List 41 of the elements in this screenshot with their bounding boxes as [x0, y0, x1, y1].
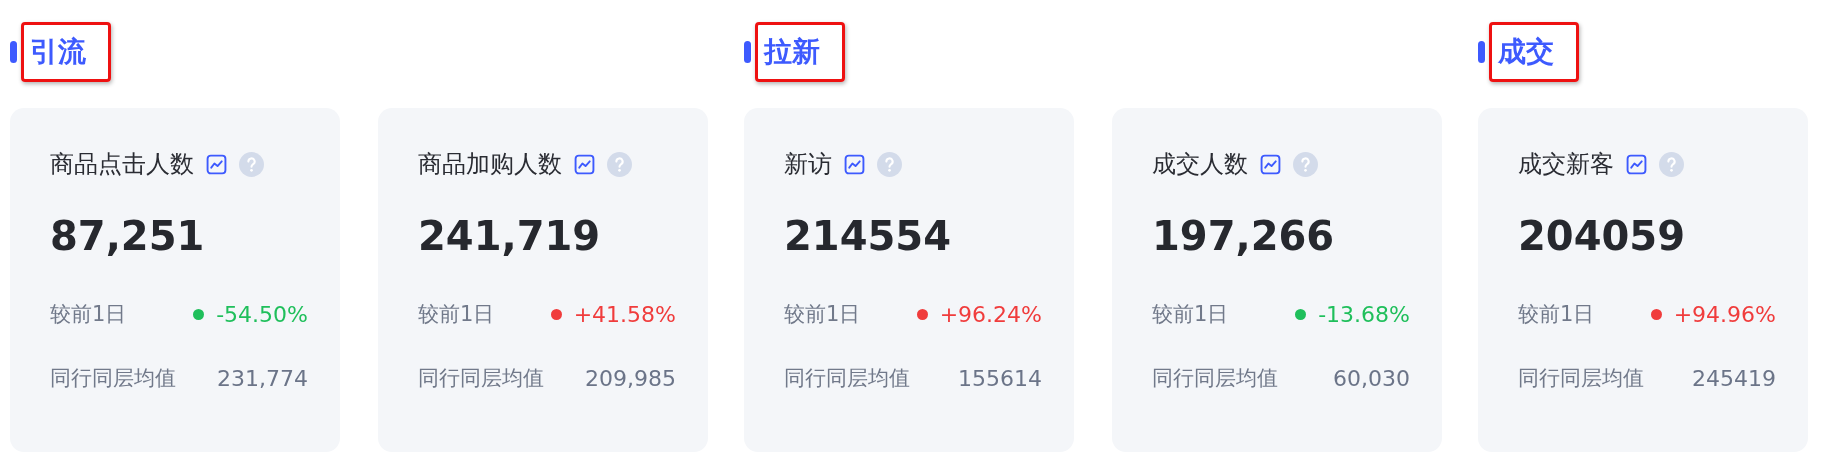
peer-average-label: 同行同层均值: [50, 365, 176, 392]
metric-title: 商品点击人数: [50, 149, 194, 180]
peer-average-label: 同行同层均值: [784, 365, 910, 392]
peer-average-value: 245419: [1692, 365, 1776, 391]
metric-title: 成交新客: [1518, 149, 1614, 180]
peer-average-value: 231,774: [217, 365, 308, 391]
change-percent: -13.68%: [1318, 301, 1410, 327]
change-percent: -54.50%: [216, 301, 308, 327]
metric-title: 成交人数: [1152, 149, 1248, 180]
metric-title: 商品加购人数: [418, 149, 562, 180]
metric-value: 204059: [1518, 212, 1686, 260]
trend-chart-icon[interactable]: [574, 153, 595, 175]
section-marker: [10, 41, 17, 63]
peer-average-value: 155614: [958, 365, 1042, 391]
section-marker: [1478, 41, 1485, 63]
compare-label: 较前1日: [1152, 301, 1229, 328]
peer-average-value: 209,985: [585, 365, 676, 391]
compare-label: 较前1日: [50, 301, 127, 328]
peer-average-label: 同行同层均值: [1152, 365, 1278, 392]
peer-average-label: 同行同层均值: [418, 365, 544, 392]
metric-value: 197,266: [1152, 212, 1336, 260]
section-title: 成交: [1489, 22, 1579, 82]
change-percent: +41.58%: [573, 301, 676, 327]
metric-value: 87,251: [50, 212, 206, 260]
trend-chart-icon[interactable]: [206, 153, 227, 175]
metric-value: 214554: [784, 212, 952, 260]
trend-chart-icon[interactable]: [844, 153, 865, 175]
section-title: 引流: [21, 22, 111, 82]
peer-average-label: 同行同层均值: [1518, 365, 1644, 392]
trend-chart-icon[interactable]: [1626, 153, 1647, 175]
compare-label: 较前1日: [1518, 301, 1595, 328]
change-percent: +96.24%: [939, 301, 1042, 327]
change-percent: +94.96%: [1673, 301, 1776, 327]
peer-average-value: 60,030: [1333, 365, 1410, 391]
trend-chart-icon[interactable]: [1260, 153, 1281, 175]
section-marker: [744, 41, 751, 63]
compare-label: 较前1日: [784, 301, 861, 328]
metric-title: 新访: [784, 149, 832, 180]
section-title: 拉新: [755, 22, 845, 82]
compare-label: 较前1日: [418, 301, 495, 328]
metric-value: 241,719: [418, 212, 602, 260]
